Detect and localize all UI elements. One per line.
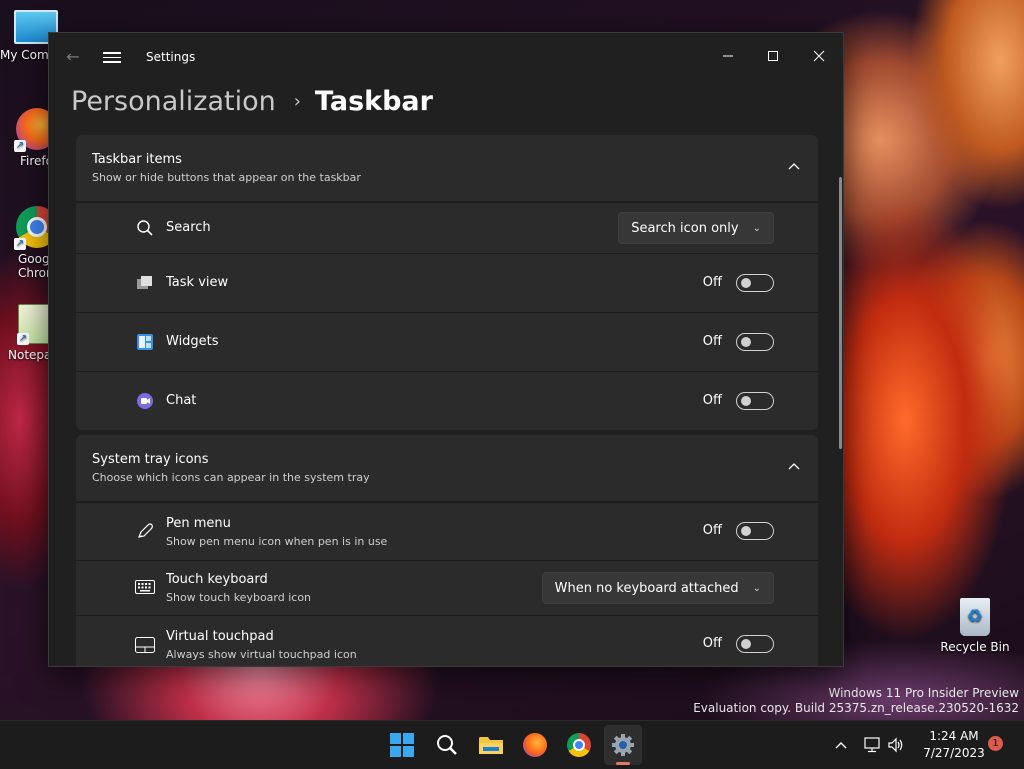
notepad-icon: ↗ bbox=[17, 304, 50, 345]
windows-logo-icon bbox=[390, 733, 414, 757]
desktop-icon-recycle-bin[interactable]: ♻ Recycle Bin bbox=[937, 598, 1013, 654]
touchpad-icon bbox=[135, 635, 155, 655]
build-watermark-line1: Windows 11 Pro Insider Preview bbox=[828, 686, 1019, 700]
chat-icon bbox=[135, 391, 155, 411]
widgets-row: Widgets Off bbox=[76, 312, 818, 371]
minimize-button[interactable] bbox=[705, 41, 751, 71]
minimize-icon bbox=[723, 55, 733, 57]
window-title: Settings bbox=[146, 50, 196, 64]
shortcut-arrow-icon: ↗ bbox=[17, 333, 29, 345]
settings-taskbar-button[interactable] bbox=[607, 729, 639, 761]
touch-keyboard-dropdown[interactable]: When no keyboard attached ⌄ bbox=[541, 572, 774, 604]
section-title: Taskbar items bbox=[92, 152, 182, 167]
widgets-icon bbox=[135, 332, 155, 352]
chat-toggle[interactable] bbox=[736, 392, 774, 410]
taskbar-search-button[interactable] bbox=[431, 729, 463, 761]
breadcrumb-parent-link[interactable]: Personalization bbox=[71, 86, 276, 117]
chevron-up-icon bbox=[835, 742, 847, 749]
row-label: Search bbox=[166, 220, 211, 235]
close-button[interactable] bbox=[796, 41, 842, 71]
page-title: Taskbar bbox=[314, 85, 433, 117]
row-label: Virtual touchpad bbox=[166, 629, 274, 644]
title-bar[interactable]: ← Settings bbox=[49, 33, 843, 81]
desktop-icon-label: Recycle Bin bbox=[940, 640, 1010, 654]
chrome-icon bbox=[567, 733, 591, 757]
shortcut-arrow-icon: ↗ bbox=[14, 140, 26, 152]
taskbar-items-header[interactable]: Taskbar items Show or hide buttons that … bbox=[76, 135, 818, 201]
toggle-state: Off bbox=[702, 636, 722, 651]
close-icon bbox=[813, 50, 825, 62]
toggle-state: Off bbox=[702, 334, 722, 349]
toggle-state: Off bbox=[702, 393, 722, 408]
section-subtitle: Choose which icons can appear in the sys… bbox=[92, 471, 370, 484]
breadcrumb: Personalization › Taskbar bbox=[71, 81, 433, 121]
pen-icon bbox=[135, 521, 155, 541]
row-label: Chat bbox=[166, 393, 197, 408]
dropdown-value: Search icon only bbox=[631, 220, 739, 236]
maximize-button[interactable] bbox=[750, 41, 796, 71]
keyboard-icon bbox=[135, 577, 155, 597]
settings-window: ← Settings Personalization › Taskbar Tas… bbox=[48, 32, 844, 667]
hamburger-menu-icon[interactable] bbox=[103, 49, 121, 63]
widgets-toggle[interactable] bbox=[736, 333, 774, 351]
file-explorer-button[interactable] bbox=[475, 729, 507, 761]
firefox-taskbar-button[interactable] bbox=[519, 729, 551, 761]
chrome-taskbar-button[interactable] bbox=[563, 729, 595, 761]
build-watermark-line2: Evaluation copy. Build 25375.zn_release.… bbox=[693, 701, 1019, 715]
search-icon bbox=[135, 218, 155, 238]
search-icon bbox=[437, 735, 457, 755]
volume-button[interactable] bbox=[880, 729, 912, 761]
row-label: Widgets bbox=[166, 334, 219, 349]
search-mode-dropdown[interactable]: Search icon only ⌄ bbox=[618, 212, 774, 244]
section-subtitle: Show or hide buttons that appear on the … bbox=[92, 171, 361, 184]
task-view-toggle[interactable] bbox=[736, 274, 774, 292]
scrollbar-thumb[interactable] bbox=[839, 177, 842, 449]
taskbar: 1:24 AM 7/27/2023 bbox=[0, 720, 1024, 769]
clock-time[interactable]: 1:24 AM bbox=[918, 729, 990, 743]
chevron-up-icon[interactable] bbox=[786, 459, 802, 475]
show-hidden-icons-button[interactable] bbox=[825, 729, 857, 761]
system-tray-icons-header[interactable]: System tray icons Choose which icons can… bbox=[76, 435, 818, 501]
virtual-touchpad-row: Virtual touchpad Always show virtual tou… bbox=[76, 615, 818, 666]
pen-menu-row: Pen menu Show pen menu icon when pen is … bbox=[76, 502, 818, 560]
firefox-icon bbox=[523, 733, 547, 757]
toggle-state: Off bbox=[702, 275, 722, 290]
row-label: Pen menu bbox=[166, 516, 231, 531]
row-sublabel: Show pen menu icon when pen is in use bbox=[166, 535, 388, 548]
dropdown-value: When no keyboard attached bbox=[554, 580, 739, 596]
touch-keyboard-row: Touch keyboard Show touch keyboard icon … bbox=[76, 560, 818, 615]
settings-content: Taskbar items Show or hide buttons that … bbox=[76, 135, 818, 666]
chevron-down-icon: ⌄ bbox=[752, 222, 761, 234]
section-title: System tray icons bbox=[92, 452, 209, 467]
row-sublabel: Show touch keyboard icon bbox=[166, 591, 312, 604]
notification-badge[interactable]: 1 bbox=[988, 736, 1003, 751]
recycle-bin-icon: ♻ bbox=[960, 598, 990, 636]
pen-menu-toggle[interactable] bbox=[736, 522, 774, 540]
search-row: Search Search icon only ⌄ bbox=[76, 202, 818, 253]
chevron-down-icon: ⌄ bbox=[752, 582, 761, 594]
clock-date[interactable]: 7/27/2023 bbox=[912, 746, 996, 760]
gear-icon bbox=[612, 734, 634, 756]
chevron-up-icon[interactable] bbox=[786, 159, 802, 175]
task-view-row: Task view Off bbox=[76, 253, 818, 312]
row-label: Touch keyboard bbox=[166, 572, 268, 587]
shortcut-arrow-icon: ↗ bbox=[14, 238, 26, 250]
start-button[interactable] bbox=[386, 729, 418, 761]
toggle-state: Off bbox=[702, 523, 722, 538]
chat-row: Chat Off bbox=[76, 371, 818, 430]
virtual-touchpad-toggle[interactable] bbox=[736, 635, 774, 653]
folder-icon bbox=[479, 737, 503, 754]
maximize-icon bbox=[768, 51, 778, 61]
task-view-icon bbox=[135, 273, 155, 293]
row-sublabel: Always show virtual touchpad icon bbox=[166, 648, 357, 661]
row-label: Task view bbox=[166, 275, 229, 290]
back-arrow-icon[interactable]: ← bbox=[63, 47, 83, 67]
speaker-icon bbox=[888, 737, 903, 753]
chevron-right-icon: › bbox=[293, 90, 301, 112]
active-app-indicator bbox=[616, 762, 630, 765]
